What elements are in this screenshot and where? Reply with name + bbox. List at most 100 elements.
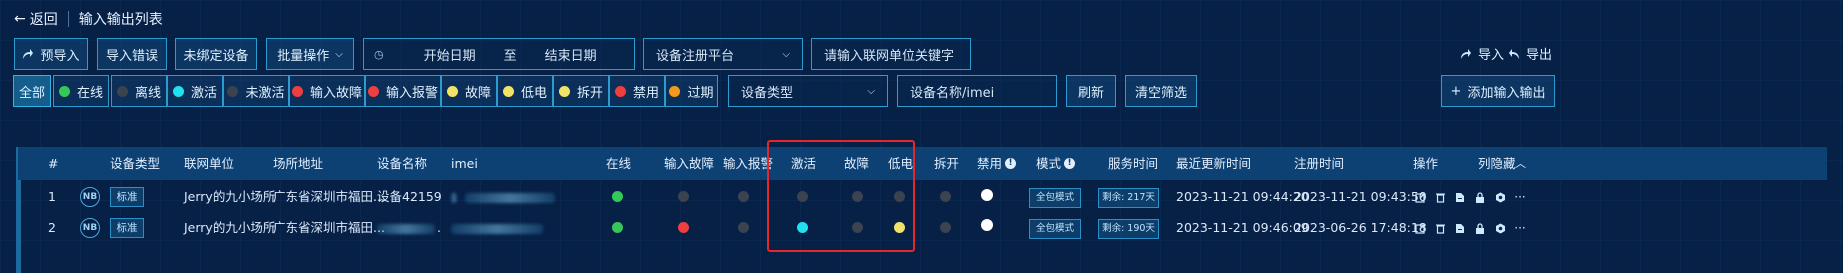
filter-activated[interactable]: 激活 — [167, 75, 223, 107]
device-type-select[interactable]: 设备类型 ⌵ — [728, 75, 888, 107]
add-io-button[interactable]: + 添加输入输出 — [1441, 75, 1555, 107]
col-address: 场所地址 — [273, 156, 324, 171]
filter-label: 离线 — [134, 85, 161, 101]
col-last-update: 最近更新时间 — [1176, 156, 1252, 171]
table-header: # 设备类型 联网单位 场所地址 设备名称 imei 在线 输入故障 输入报警 … — [18, 147, 1827, 180]
settings-icon[interactable] — [1494, 191, 1506, 203]
input-alarm-dot — [738, 222, 749, 233]
unbound-device-button[interactable]: 未绑定设备 — [175, 38, 257, 70]
date-range-picker[interactable]: ◷ 开始日期 至 结束日期 — [363, 38, 635, 70]
input-fault-dot — [678, 191, 689, 202]
mode-tag: 全包模式 — [1029, 219, 1081, 239]
info-icon[interactable]: ! — [1005, 158, 1016, 169]
export-link[interactable]: 导出 — [1508, 44, 1552, 63]
header-divider — [67, 11, 69, 27]
filter-expired[interactable]: 过期 — [665, 75, 718, 107]
filter-online[interactable]: 在线 — [53, 75, 109, 107]
device-name-input[interactable]: 设备名称/imei — [897, 75, 1057, 107]
filter-label: 输入故障 — [309, 85, 362, 101]
document-icon[interactable] — [1454, 191, 1466, 203]
col-register-time: 注册时间 — [1294, 156, 1345, 171]
platform-select[interactable]: 设备注册平台 ⌵ — [643, 38, 803, 70]
import-error-label: 导入错误 — [105, 48, 158, 64]
last-update-cell: 2023-11-21 09:44:20 — [1176, 189, 1309, 204]
more-icon[interactable]: ··· — [1514, 221, 1526, 235]
edit-icon[interactable] — [1414, 191, 1426, 203]
input-alarm-dot — [738, 191, 749, 202]
filter-all[interactable]: 全部 — [13, 75, 51, 107]
col-input-fault: 输入故障 — [664, 156, 715, 171]
page-header: ← 返回 输入输出列表 — [14, 8, 163, 30]
row-index: 2 — [48, 220, 56, 235]
register-time-cell: 2023-11-21 09:43:50 — [1294, 189, 1427, 204]
arrow-left-icon: ← — [14, 11, 26, 27]
clock-icon: ◷ — [374, 47, 384, 61]
row-index: 1 — [48, 189, 56, 204]
service-tag: 剩余: 217天 — [1098, 188, 1159, 208]
end-date-input[interactable]: 结束日期 — [545, 45, 597, 64]
col-tamper: 拆开 — [934, 156, 960, 171]
unit-keyword-input[interactable]: 请输入联网单位关键字 — [811, 38, 971, 70]
col-device-name: 设备名称 — [377, 156, 428, 171]
chevron-down-icon: ⌵ — [867, 85, 875, 97]
col-mode: 模式 — [1036, 156, 1062, 171]
status-dot-icon — [227, 85, 239, 97]
nb-device-icon: NB — [80, 187, 100, 207]
document-icon[interactable] — [1454, 222, 1466, 234]
device-table: # 设备类型 联网单位 场所地址 设备名称 imei 在线 输入故障 输入报警 … — [18, 147, 1827, 273]
batch-ops-button[interactable]: 批量操作 ⌵ — [266, 38, 354, 70]
col-input-alarm: 输入报警 — [723, 156, 774, 171]
info-icon[interactable]: ! — [1064, 158, 1075, 169]
filter-label: 低电 — [520, 85, 547, 101]
status-dot-icon — [367, 85, 379, 97]
filter-input-fault[interactable]: 输入故障 — [289, 75, 365, 107]
start-date-input[interactable]: 开始日期 — [424, 45, 476, 64]
device-name-cell: 设备42159 — [377, 189, 442, 204]
back-button[interactable]: ← 返回 — [14, 9, 58, 29]
edit-icon[interactable] — [1414, 222, 1426, 234]
col-service-time: 服务时间 — [1108, 156, 1159, 171]
import-error-button[interactable]: 导入错误 — [97, 38, 167, 70]
lock-icon[interactable] — [1474, 191, 1486, 203]
unit-keyword-placeholder: 请输入联网单位关键字 — [824, 48, 955, 64]
pre-import-button[interactable]: 预导入 — [14, 38, 88, 70]
share-arrow-icon — [1460, 48, 1472, 60]
lock-icon[interactable] — [1474, 222, 1486, 234]
filter-low-battery[interactable]: 低电 — [497, 75, 553, 107]
col-imei: imei — [451, 156, 478, 171]
col-hide-toggle[interactable]: 列隐藏 — [1478, 147, 1516, 180]
online-dot — [612, 222, 623, 233]
clear-filter-button[interactable]: 清空筛选 — [1125, 75, 1197, 107]
settings-icon[interactable] — [1494, 222, 1506, 234]
tamper-dot — [940, 222, 951, 233]
row-actions: ··· — [1414, 221, 1526, 235]
register-time-cell: 2023-06-26 17:48:18 — [1294, 220, 1427, 235]
filter-fault[interactable]: 故障 — [441, 75, 497, 107]
filter-input-alarm[interactable]: 输入报警 — [365, 75, 441, 107]
service-tag: 剩余: 190天 — [1098, 219, 1159, 239]
more-icon[interactable]: ··· — [1514, 190, 1526, 204]
trash-icon[interactable] — [1434, 191, 1446, 203]
filter-offline[interactable]: 离线 — [111, 75, 167, 107]
chevron-down-icon: ⌵ — [782, 48, 790, 60]
filter-disabled[interactable]: 禁用 — [609, 75, 665, 107]
import-label: 导入 — [1478, 48, 1505, 63]
import-link[interactable]: 导入 — [1460, 44, 1504, 63]
reply-arrow-icon — [1508, 48, 1520, 60]
col-index: # — [48, 156, 59, 171]
clear-filter-label: 清空筛选 — [1134, 85, 1187, 101]
add-io-label: 添加输入输出 — [1467, 85, 1546, 101]
chevron-up-icon[interactable]: ︿ — [1515, 147, 1526, 180]
refresh-button[interactable]: 刷新 — [1066, 75, 1116, 107]
chevron-down-icon: ⌵ — [335, 48, 343, 60]
filter-inactive[interactable]: 未激活 — [223, 75, 289, 107]
col-online: 在线 — [606, 156, 632, 171]
type-tag: 标准 — [110, 218, 144, 238]
table-row: 2 NB 标准 Jerry的九小场所 广东省深圳市福田... . 全包模式 剩余… — [18, 213, 1827, 243]
address-cell: 广东省深圳市福田... — [273, 189, 385, 204]
trash-icon[interactable] — [1434, 222, 1446, 234]
highlight-box — [767, 140, 915, 252]
device-name-cell: . — [437, 220, 441, 235]
page-title: 输入输出列表 — [78, 12, 163, 28]
filter-tamper[interactable]: 拆开 — [553, 75, 609, 107]
